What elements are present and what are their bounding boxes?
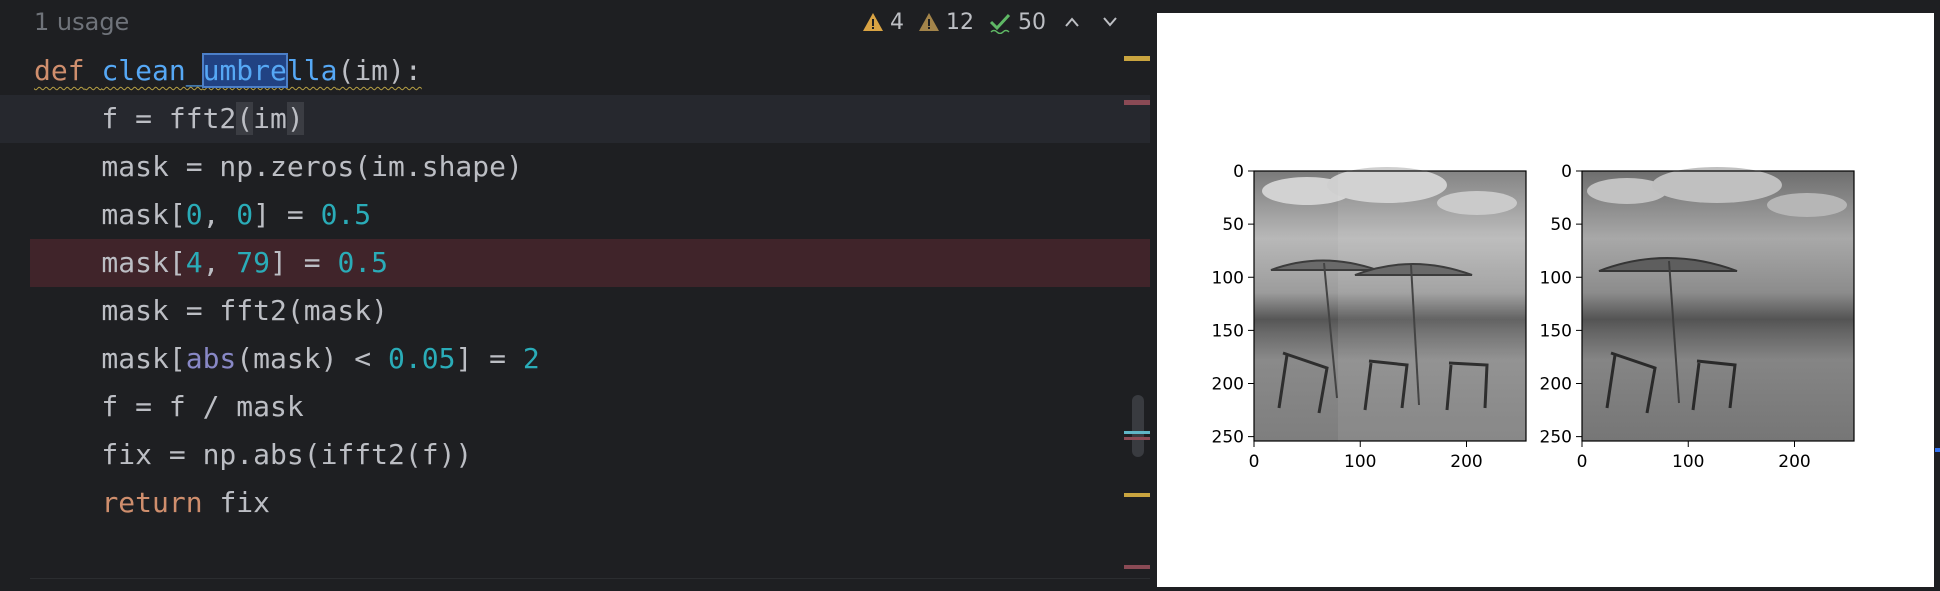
code-editor[interactable]: 1 usage 4 12 50 def clean_umbrella(im): … (0, 0, 1157, 587)
code-line-9[interactable]: fix = np.abs(ifft2(f)) (0, 431, 1150, 479)
warnings-indicator[interactable]: 12 (918, 10, 974, 35)
typos-indicator[interactable]: 50 (988, 10, 1046, 35)
keyword-token: return (101, 486, 203, 519)
y-tick-label: 0 (1561, 162, 1572, 182)
number-token: 0.5 (320, 198, 372, 231)
y-tick-label: 200 (1540, 375, 1572, 395)
code-token: fix (202, 486, 271, 519)
number-token: 79 (236, 246, 271, 279)
keyword-token: def (34, 54, 85, 87)
code-line-5[interactable]: mask[4, 79] = 0.5 (30, 239, 1150, 287)
line-text: f = f / mask (34, 390, 304, 423)
number-token: 0.05 (388, 342, 456, 375)
warning-marker[interactable] (1124, 56, 1150, 61)
subplot-2-image (1582, 167, 1854, 441)
warnings-count: 12 (946, 9, 974, 35)
errors-count: 4 (890, 9, 904, 35)
ok-count: 50 (1018, 9, 1046, 35)
number-token: 4 (185, 246, 203, 279)
check-icon (989, 13, 1011, 34)
breakpoint-marker[interactable] (1124, 437, 1150, 440)
number-token: 0.5 (337, 246, 389, 279)
selected-text: umbre (201, 53, 288, 88)
function-name-token: lla (286, 54, 338, 87)
usage-hint[interactable]: 1 usage (34, 8, 129, 36)
warning-marker[interactable] (1124, 493, 1150, 497)
line-text: mask = fft2(mask) (34, 294, 389, 327)
indent-token (34, 486, 101, 519)
code-line-7[interactable]: mask[abs(mask) < 0.05] = 2 (0, 335, 1150, 383)
y-tick-label: 50 (1222, 215, 1244, 235)
line-text: return fix (34, 479, 270, 527)
chevron-down-icon (1103, 17, 1117, 27)
line-text: mask = np.zeros(im.shape) (34, 150, 523, 183)
y-tick-label: 50 (1550, 215, 1572, 235)
y-tick-label: 100 (1540, 268, 1572, 288)
y-tick-label: 150 (1540, 321, 1572, 341)
code-token: ] = (270, 246, 338, 279)
warning-icon (863, 13, 883, 31)
editor-scrollbar-thumb[interactable] (1132, 395, 1144, 457)
line-text: fix = np.abs(ifft2(f)) (34, 438, 473, 471)
x-tick-label: 200 (1450, 452, 1482, 472)
params-token: (im): (337, 54, 422, 87)
errors-indicator[interactable]: 4 (862, 10, 904, 35)
matched-paren: ) (286, 102, 304, 135)
next-highlight-button[interactable] (1098, 10, 1122, 34)
code-line-4[interactable]: mask[0, 0] = 0.5 (0, 191, 1150, 239)
code-line-8[interactable]: f = f / mask (0, 383, 1150, 431)
x-tick-label: 100 (1344, 452, 1376, 472)
right-edge-strip (1934, 0, 1940, 587)
x-tick-label: 100 (1672, 452, 1704, 472)
code-token: , (202, 246, 237, 279)
line-text: f = fft2(im) (34, 95, 304, 143)
x-tick-label: 0 (1577, 452, 1588, 472)
breakpoint-marker[interactable] (1124, 565, 1150, 569)
y-tick-label: 100 (1212, 268, 1244, 288)
y-tick-label: 250 (1540, 428, 1572, 448)
code-token: (mask) < (236, 342, 389, 375)
code-token: mask[ (34, 198, 186, 231)
x-tick-label: 200 (1778, 452, 1810, 472)
caret-marker[interactable] (1124, 431, 1150, 434)
subplot-1-image (1254, 167, 1526, 441)
y-tick-label: 0 (1233, 162, 1244, 182)
y-tick-label: 150 (1212, 321, 1244, 341)
code-line-1[interactable]: def clean_umbrella(im): (0, 47, 1150, 95)
number-token: 0 (185, 198, 203, 231)
plot-output-panel: 0 50 100 150 200 250 0 100 200 0 50 100 150 200 250 0 10… (1157, 13, 1934, 587)
code-token: , (202, 198, 237, 231)
code-token: mask[ (34, 246, 186, 279)
editor-divider (30, 578, 1150, 579)
line-text: mask[abs(mask) < 0.05] = 2 (34, 335, 540, 383)
code-line-3[interactable]: mask = np.zeros(im.shape) (0, 143, 1150, 191)
code-token: ] = (253, 198, 321, 231)
line-text: mask[0, 0] = 0.5 (34, 191, 371, 239)
line-text: mask[4, 79] = 0.5 (34, 239, 388, 287)
code-line-10[interactable]: return fix (0, 479, 1150, 527)
scroll-position-marker (1935, 448, 1940, 452)
plot-figure: 0501001502002500 100 2000501001502002500 10… (1212, 162, 1855, 472)
code-line-6[interactable]: mask = fft2(mask) (0, 287, 1150, 335)
function-name-token: clean_ (101, 54, 203, 87)
code-token: f = fft2 (34, 102, 237, 135)
y-tick-label: 200 (1212, 375, 1244, 395)
x-tick-label: 0 (1249, 452, 1260, 472)
code-token: im (253, 102, 287, 135)
code-line-2[interactable]: f = fft2(im) (0, 95, 1150, 143)
number-token: 0 (236, 198, 254, 231)
breakpoint-marker[interactable] (1124, 100, 1150, 105)
y-tick-label: 250 (1212, 428, 1244, 448)
chevron-up-icon (1065, 17, 1079, 27)
line-text: def clean_umbrella(im): (34, 47, 422, 95)
inspections-widget[interactable]: 4 12 50 (862, 6, 1122, 38)
code-token: ] = (455, 342, 523, 375)
weak-warning-icon (919, 13, 939, 31)
number-token: 2 (522, 342, 540, 375)
previous-highlight-button[interactable] (1060, 10, 1084, 34)
code-token: mask[ (34, 342, 186, 375)
builtin-token: abs (185, 342, 237, 375)
matched-paren: ( (236, 102, 254, 135)
